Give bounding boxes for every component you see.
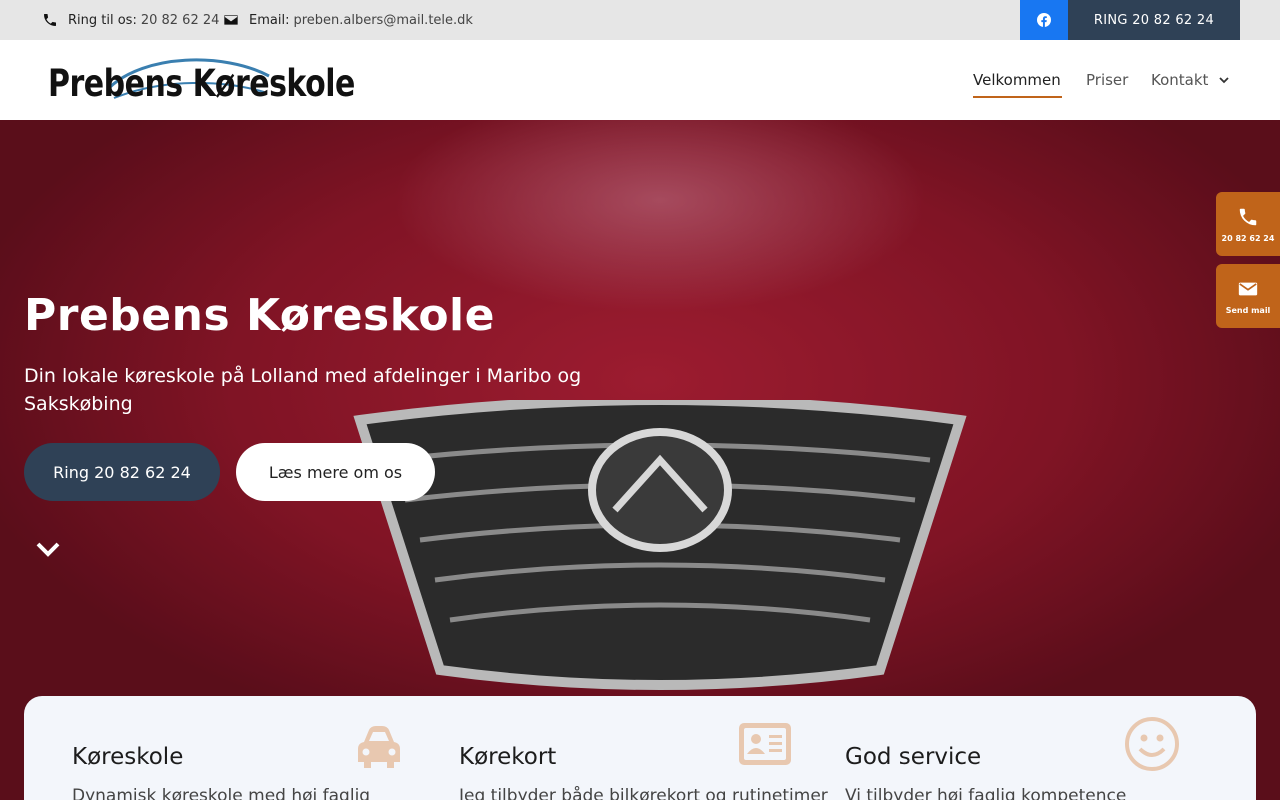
site-logo[interactable]: Prebens Køreskole [46, 58, 355, 106]
nav-active-underline [973, 96, 1062, 98]
car-grille-illustration [353, 400, 967, 690]
top-bar: Ring til os: 20 82 62 24 Email: preben.a… [0, 0, 1280, 40]
phone-icon [1239, 208, 1257, 225]
nav-item-priser[interactable]: Priser [1086, 40, 1128, 120]
card-text-koreskole: Dynamisk køreskole med høj faglig [72, 786, 371, 800]
topbar-phone-value[interactable]: 20 82 62 24 [141, 13, 220, 28]
facebook-icon [1037, 13, 1051, 27]
features-panel: Køreskole Dynamisk køreskole med høj fag… [24, 696, 1256, 800]
mail-icon [224, 15, 238, 25]
topbar-phone-label: Ring til os: [68, 12, 137, 28]
smile-icon [1125, 717, 1179, 771]
car-icon [358, 726, 400, 768]
hero-subtitle: Din lokale køreskole på Lolland med afde… [24, 365, 582, 415]
nav-item-kontakt-label: Kontakt [1151, 71, 1209, 89]
side-mail-button[interactable]: Send mail [1216, 264, 1280, 328]
nav-item-velkommen[interactable]: Velkommen [973, 40, 1061, 120]
nav-item-kontakt[interactable]: Kontakt [1151, 40, 1230, 120]
mail-icon [1238, 282, 1258, 295]
card-title-korekort: Kørekort [459, 744, 557, 770]
topbar-ring-button[interactable]: RING 20 82 62 24 [1068, 0, 1240, 40]
scroll-down-chevron-icon[interactable] [34, 538, 62, 560]
topbar-email-label: Email: [249, 12, 290, 28]
phone-icon [44, 14, 56, 26]
side-phone-button[interactable]: 20 82 62 24 [1216, 192, 1280, 256]
topbar-email[interactable]: Email: preben.albers@mail.tele.dk [223, 0, 473, 40]
card-title-god-service: God service [845, 744, 982, 770]
facebook-button[interactable] [1020, 0, 1068, 40]
card-text-god-service: Vi tilbyder høj faglig kompetence [845, 786, 1127, 800]
side-phone-label: 20 82 62 24 [1221, 233, 1275, 243]
card-text-korekort: Jeg tilbyder både bilkørekort og rutinet… [459, 786, 828, 800]
id-card-icon [739, 723, 791, 765]
topbar-email-value[interactable]: preben.albers@mail.tele.dk [293, 13, 472, 28]
topbar-phone[interactable]: Ring til os: 20 82 62 24 [42, 0, 219, 40]
hero-title: Prebens Køreskole [24, 290, 495, 341]
card-title-koreskole: Køreskole [72, 744, 184, 770]
side-mail-label: Send mail [1225, 305, 1271, 315]
hero-more-button[interactable]: Læs mere om os [236, 443, 435, 501]
chevron-down-icon [1219, 77, 1230, 84]
hero-ring-button[interactable]: Ring 20 82 62 24 [24, 443, 220, 501]
logo-text: Prebens Køreskole [48, 62, 355, 106]
